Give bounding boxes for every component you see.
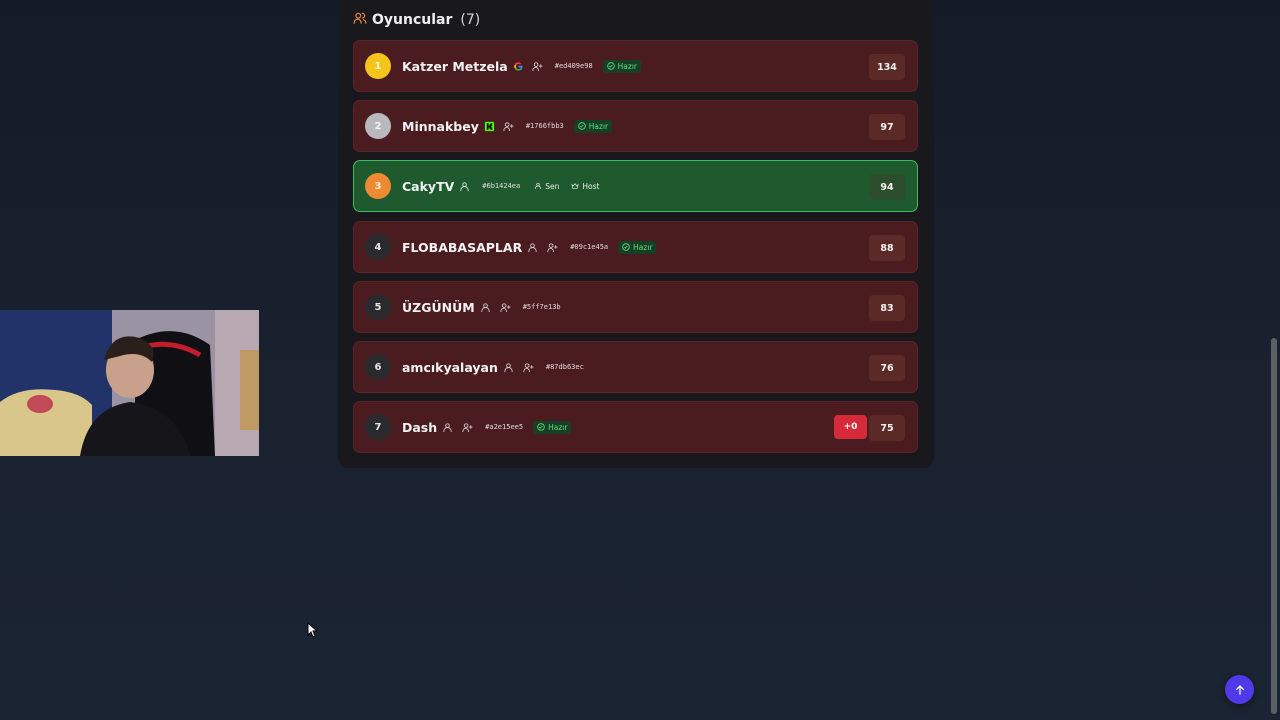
player-name: amcıkyalayan [402,359,498,375]
rank-badge: 5 [365,294,391,320]
user-icon [459,181,470,192]
player-score: 97 [869,114,905,140]
player-id: #a2e15ee5 [485,423,524,431]
player-name: Katzer Metzela [402,58,508,74]
ready-label: Hazır [588,121,609,131]
crown-icon [571,183,579,189]
player-score: 94 [869,174,905,200]
rank-badge: 2 [365,113,391,139]
add-friend-icon[interactable] [500,302,511,313]
players-count: (7) [460,12,481,28]
ready-label: Hazır [633,242,653,252]
players-title: Oyuncular [372,12,453,28]
player-row[interactable]: 7 Dash #a2e15ee5 Hazır +0 75 [353,401,918,453]
user-icon [527,242,538,253]
user-icon [480,302,491,313]
check-circle-icon [622,243,630,251]
player-id: #ed409e98 [554,62,593,70]
mouse-cursor [307,621,319,642]
rank-badge: 1 [365,53,391,79]
check-circle-icon [537,423,545,431]
player-score: 76 [869,355,905,381]
add-friend-icon[interactable] [547,242,558,253]
you-badge: Sen [530,180,563,193]
kick-icon [484,121,495,132]
host-label: Host [582,181,600,191]
ready-badge: Hazır [533,420,572,434]
player-id: #5ff7e13b [522,303,561,311]
scroll-to-top-button[interactable] [1225,675,1254,704]
rank-badge: 3 [365,173,391,199]
player-id: #87db63ec [545,363,584,371]
player-name: FLOBABASAPLAR [402,239,523,255]
rank-badge: 6 [365,354,391,380]
page-scrollbar[interactable] [1271,338,1277,714]
you-label: Sen [545,181,560,191]
player-row[interactable]: 4 FLOBABASAPLAR #09c1e45a Hazır 88 [353,221,918,273]
add-friend-icon[interactable] [503,121,514,132]
player-name: Minnakbey [402,118,479,134]
player-id: #1766fbb3 [525,122,564,130]
score-delta-button[interactable]: +0 [834,415,867,439]
ready-label: Hazır [617,61,638,71]
google-icon [513,61,524,72]
user-icon [442,422,453,433]
player-row[interactable]: 5 ÜZGÜNÜM #5ff7e13b 83 [353,281,918,333]
users-icon [353,11,367,29]
player-score: 83 [869,295,905,321]
players-panel: Oyuncular (7) 1 Katzer Metzela #ed409e98… [338,0,934,468]
webcam-overlay [0,310,259,456]
player-row[interactable]: 2 Minnakbey #1766fbb3 Hazır 97 [353,100,918,152]
add-friend-icon[interactable] [523,362,534,373]
arrow-up-icon [1235,684,1244,695]
ready-label: Hazır [548,422,568,432]
add-friend-icon[interactable] [462,422,473,433]
player-id: #6b1424ea [482,182,521,190]
player-score: 75 [869,415,905,441]
players-header: Oyuncular (7) [353,8,480,32]
host-badge: Host [567,180,603,193]
user-icon [535,183,542,189]
rank-badge: 7 [365,414,391,440]
player-score: 134 [869,54,905,80]
player-name: Dash [402,419,438,435]
user-icon [503,362,514,373]
player-score: 88 [869,235,905,261]
player-row-self[interactable]: 3 CakyTV #6b1424ea Sen Host 94 [353,160,918,212]
add-friend-icon[interactable] [532,61,543,72]
player-id: #09c1e45a [570,243,609,251]
player-row[interactable]: 1 Katzer Metzela #ed409e98 Hazır 134 [353,40,918,92]
player-name: ÜZGÜNÜM [402,299,475,315]
check-circle-icon [578,122,586,130]
player-row[interactable]: 6 amcıkyalayan #87db63ec 76 [353,341,918,393]
ready-badge: Hazır [573,119,613,133]
player-name: CakyTV [402,178,455,194]
check-circle-icon [606,62,615,70]
rank-badge: 4 [365,234,391,260]
ready-badge: Hazır [618,240,657,254]
ready-badge: Hazır [602,59,642,73]
